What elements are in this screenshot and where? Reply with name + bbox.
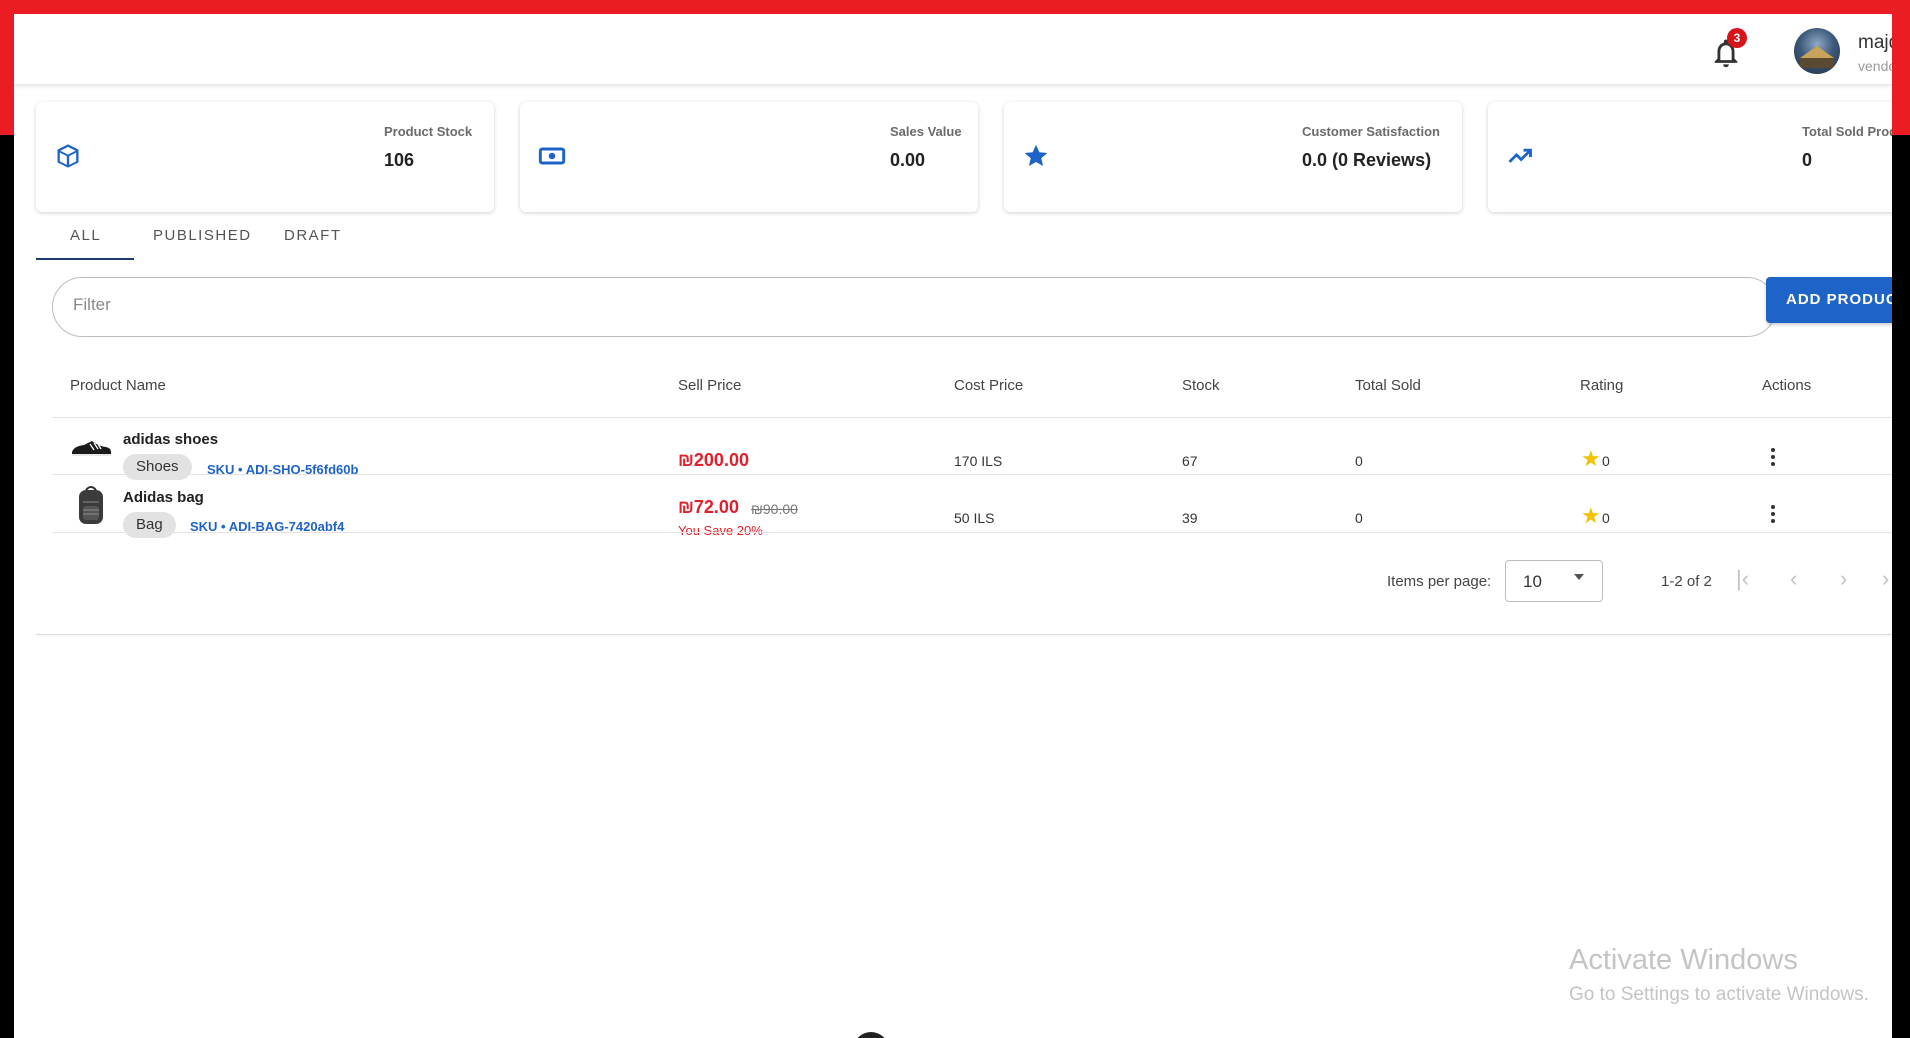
stat-label: Total Sold Products xyxy=(1802,124,1892,139)
dropdown-arrow-icon xyxy=(1574,574,1584,580)
sell-price: ₪200.00 xyxy=(678,450,749,470)
frame-red-top xyxy=(0,0,1910,14)
row-divider xyxy=(52,532,1892,533)
category-chip: Bag xyxy=(123,512,176,538)
total-sold-value: 0 xyxy=(1355,510,1363,526)
star-icon xyxy=(1024,144,1048,167)
discount-label: You Save 20% xyxy=(678,523,763,538)
original-price: ₪90.00 xyxy=(751,501,798,517)
items-per-page-label: Items per page: xyxy=(1387,573,1492,590)
column-header-cost-price[interactable]: Cost Price xyxy=(954,377,1023,394)
notification-badge: 3 xyxy=(1727,28,1747,48)
tab-all[interactable]: ALL xyxy=(70,227,101,244)
column-header-actions: Actions xyxy=(1762,377,1812,394)
items-per-page-select[interactable]: 10 xyxy=(1505,560,1603,602)
star-icon: ★ xyxy=(1581,503,1601,528)
app-viewport: 3 majd vendor Product Stock 106 Sales Va… xyxy=(14,14,1892,1038)
avatar[interactable] xyxy=(1794,28,1840,74)
stat-value: 0.0 (0 Reviews) xyxy=(1302,150,1432,170)
user-name[interactable]: majd xyxy=(1858,32,1892,54)
sell-price: ₪72.00 xyxy=(678,497,739,517)
user-role: vendor xyxy=(1858,58,1892,74)
product-name[interactable]: Adidas bag xyxy=(123,489,204,506)
row-divider xyxy=(52,474,1892,475)
frame-red-right xyxy=(1892,0,1910,135)
stat-label: Customer Satisfaction xyxy=(1302,124,1440,139)
bag-thumbnail xyxy=(79,486,103,524)
stock-value: 67 xyxy=(1182,453,1198,469)
shoe-thumbnail xyxy=(72,441,111,456)
pagination-range: 1-2 of 2 xyxy=(1661,573,1712,590)
more-vert-icon[interactable] xyxy=(1770,505,1776,527)
tab-active-indicator xyxy=(36,258,134,260)
windows-activation-subtitle: Go to Settings to activate Windows. xyxy=(1569,984,1869,1005)
table-card-edge xyxy=(36,634,1892,635)
category-chip: Shoes xyxy=(123,454,192,480)
rating-value: 0 xyxy=(1602,510,1610,526)
cube-icon xyxy=(57,144,79,168)
column-header-total-sold[interactable]: Total Sold xyxy=(1355,377,1421,394)
cost-price: 170 ILS xyxy=(954,453,1003,469)
stat-card-product-stock: Product Stock 106 xyxy=(36,102,494,212)
top-bar: 3 majd vendor xyxy=(14,14,1892,84)
items-per-page-value: 10 xyxy=(1523,572,1542,591)
more-vert-icon[interactable] xyxy=(1770,448,1776,470)
stat-value: 106 xyxy=(384,150,415,170)
stat-card-total-sold: Total Sold Products 0 xyxy=(1488,102,1892,212)
windows-activation-title: Activate Windows xyxy=(1569,944,1798,976)
product-name[interactable]: adidas shoes xyxy=(123,431,218,448)
trending-up-icon xyxy=(1508,148,1532,163)
column-header-product-name[interactable]: Product Name xyxy=(70,377,166,394)
cost-price: 50 ILS xyxy=(954,510,995,526)
header-divider xyxy=(52,417,1892,418)
filter-field[interactable] xyxy=(52,277,1777,337)
total-sold-value: 0 xyxy=(1355,453,1363,469)
close-icon[interactable]: ✕ xyxy=(853,1032,889,1038)
stat-value: 0.00 xyxy=(890,150,926,170)
previous-page-icon[interactable]: ‹ xyxy=(1790,566,1797,592)
rating-value: 0 xyxy=(1602,453,1610,469)
tab-published[interactable]: PUBLISHED xyxy=(153,227,252,244)
filter-input[interactable] xyxy=(71,294,1675,316)
stat-label: Sales Value xyxy=(890,124,962,139)
frame-red-left xyxy=(0,0,14,135)
star-icon: ★ xyxy=(1581,446,1601,471)
stat-value: 0 xyxy=(1802,150,1813,170)
column-header-stock[interactable]: Stock xyxy=(1182,377,1220,394)
stock-value: 39 xyxy=(1182,510,1198,526)
tab-draft[interactable]: DRAFT xyxy=(284,227,342,244)
stat-label: Product Stock xyxy=(384,124,473,139)
stat-card-sales-value: Sales Value 0.00 xyxy=(520,102,978,212)
last-page-icon[interactable]: › xyxy=(1882,566,1889,592)
add-product-button[interactable]: ADD PRODUCT xyxy=(1766,277,1892,323)
column-header-sell-price[interactable]: Sell Price xyxy=(678,377,741,394)
cash-icon xyxy=(538,147,566,165)
first-page-icon[interactable]: |‹ xyxy=(1736,566,1749,592)
column-header-rating[interactable]: Rating xyxy=(1580,377,1623,394)
next-page-icon[interactable]: › xyxy=(1840,566,1847,592)
stat-card-customer-satisfaction: Customer Satisfaction 0.0 (0 Reviews) xyxy=(1004,102,1462,212)
